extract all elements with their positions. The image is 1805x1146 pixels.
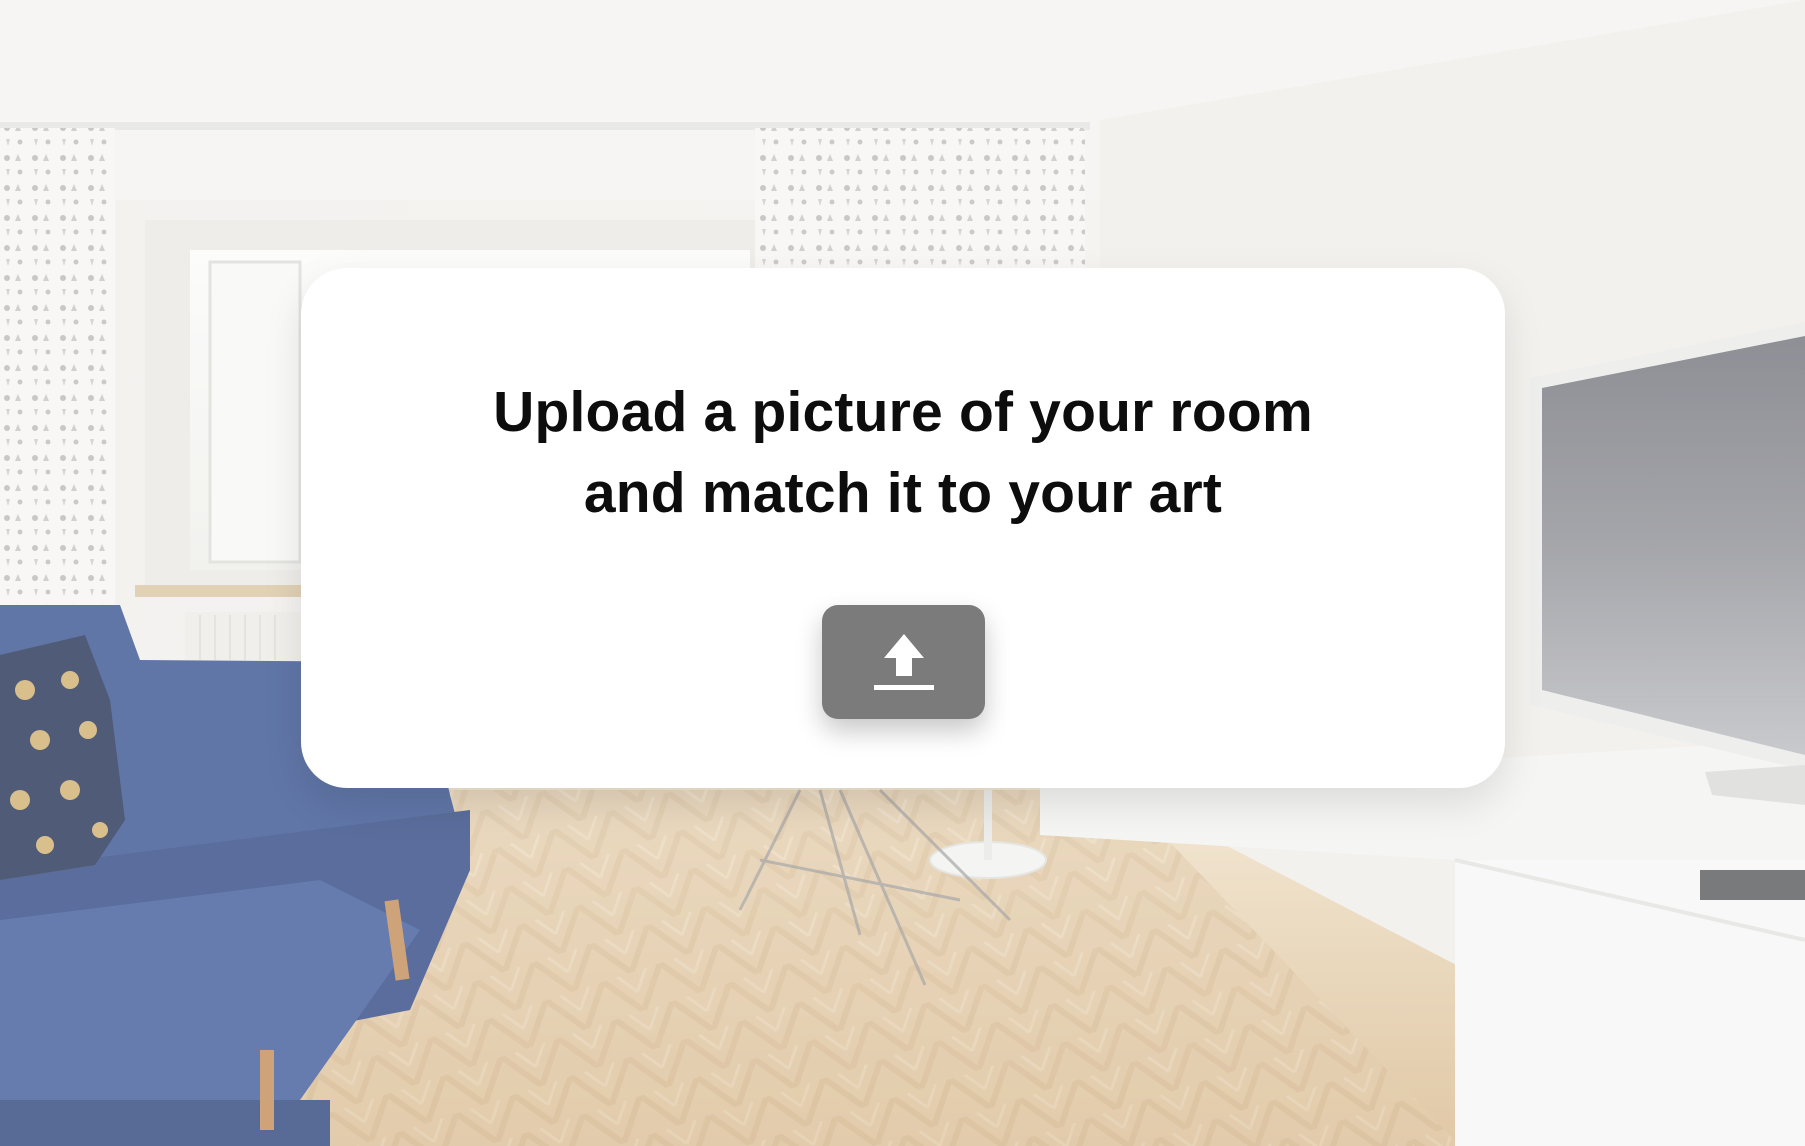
upload-icon bbox=[872, 630, 936, 694]
upload-prompt-line-1: Upload a picture of your room bbox=[493, 380, 1313, 444]
upload-screen: Upload a picture of your room and match … bbox=[0, 0, 1805, 1146]
upload-card: Upload a picture of your room and match … bbox=[301, 268, 1505, 788]
upload-button[interactable] bbox=[822, 605, 985, 719]
upload-prompt-line-2: and match it to your art bbox=[583, 461, 1223, 525]
upload-prompt-heading: Upload a picture of your room and match … bbox=[301, 372, 1505, 534]
